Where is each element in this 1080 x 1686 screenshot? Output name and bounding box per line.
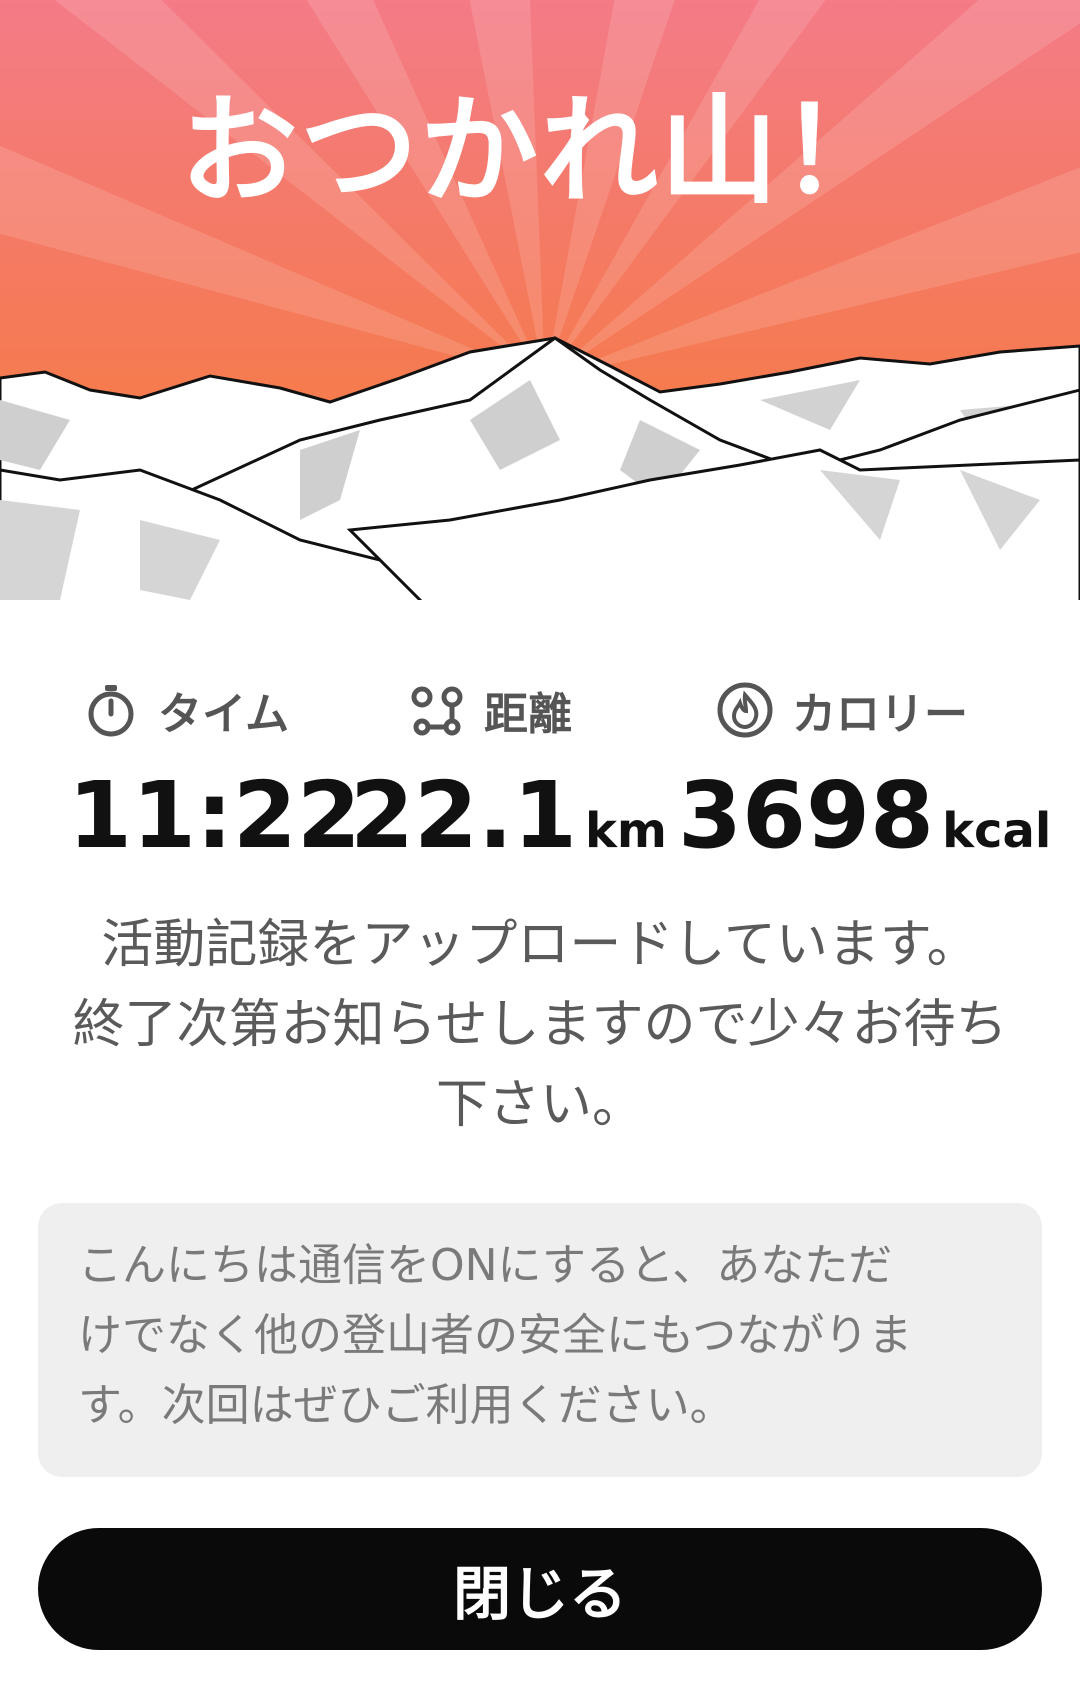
time-value-text: 11:22: [68, 762, 361, 869]
network-notice-text: こんにちは通信をONにすると、あなただ けでなく他の登山者の安全にもつながりま …: [78, 1231, 1008, 1441]
notice-line: けでなく他の登山者の安全にもつながりま: [78, 1310, 913, 1361]
route-icon: [411, 686, 463, 736]
distance-label: 距離: [408, 680, 572, 740]
upload-message-line: 下さい。: [435, 1075, 644, 1135]
time-label: タイム: [82, 680, 289, 740]
hero-title: おつかれ山！: [179, 82, 900, 220]
distance-unit: km: [585, 803, 667, 859]
stopwatch-icon: [88, 685, 134, 737]
calories-unit: kcal: [942, 803, 1052, 859]
calories-value-text: 3698: [678, 762, 935, 869]
distance-value-text: 22.1: [350, 762, 577, 869]
calories-label-text: カロリー: [792, 689, 968, 740]
hero-banner: おつかれ山！: [0, 0, 1080, 630]
upload-message-line: 活動記録をアップロードしています。: [101, 915, 979, 975]
calories-value: 3698 kcal: [678, 770, 1051, 862]
upload-message: 活動記録をアップロードしています。 終了次第お知らせしますので少々お待ち 下さい…: [30, 905, 1050, 1145]
network-notice-card: こんにちは通信をONにすると、あなただ けでなく他の登山者の安全にもつながりま …: [38, 1203, 1042, 1477]
notice-line: す。次回はぜひご利用ください。: [78, 1380, 734, 1431]
time-value: 11:22: [68, 770, 361, 862]
distance-label-text: 距離: [484, 689, 572, 740]
upload-message-line: 終了次第お知らせしますので少々お待ち: [72, 995, 1008, 1055]
close-button[interactable]: 閉じる: [38, 1528, 1042, 1650]
activity-stats: タイム 距離 カロリー 11:22 22.1 km 3698 kcal: [0, 680, 1080, 862]
notice-line: こんにちは通信をONにすると、あなただ: [78, 1240, 893, 1291]
calories-label: カロリー: [716, 680, 968, 740]
flame-icon: [717, 682, 773, 738]
distance-value: 22.1 km: [350, 770, 667, 862]
time-label-text: タイム: [158, 689, 290, 740]
